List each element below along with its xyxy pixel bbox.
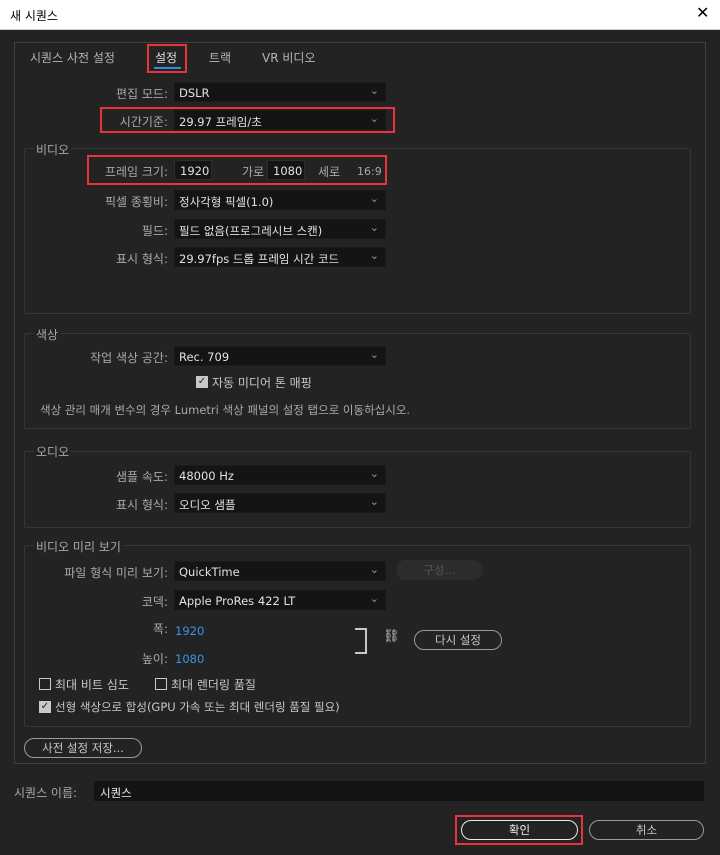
auto-tone-map-checkbox[interactable]: ✓	[196, 376, 208, 388]
max-bit-depth-label: 최대 비트 심도	[55, 678, 129, 692]
timebase-label: 시간기준:	[119, 115, 168, 129]
title-bar: 새 시퀀스 ✕	[0, 0, 720, 30]
sequence-name-input[interactable]: 시퀀스	[94, 781, 704, 801]
window-title: 새 시퀀스	[10, 9, 58, 23]
working-space-dropdown[interactable]: Rec. 709 ⌄	[174, 346, 386, 366]
codec-label: 코덱:	[141, 595, 168, 609]
tab-tracks[interactable]: 트랙	[209, 49, 231, 66]
preview-format-dropdown[interactable]: QuickTime ⌄	[174, 561, 386, 581]
ok-button[interactable]: 확인	[461, 820, 578, 840]
codec-dropdown[interactable]: Apple ProRes 422 LT ⌄	[174, 590, 386, 610]
video-preview-section-title: 비디오 미리 보기	[34, 538, 123, 555]
chevron-down-icon: ⌄	[369, 495, 379, 508]
linear-color-checkbox[interactable]: ✓	[39, 701, 51, 713]
frame-height-input[interactable]: 1080	[267, 160, 305, 180]
fields-value: 필드 없음(프로그레시브 스캔)	[179, 224, 323, 238]
edit-mode-label: 편집 모드:	[115, 87, 168, 101]
audio-display-format-label: 표시 형식:	[115, 498, 168, 512]
chevron-down-icon: ⌄	[369, 563, 379, 576]
close-icon[interactable]: ✕	[696, 3, 709, 22]
chevron-down-icon: ⌄	[369, 221, 379, 234]
tab-settings[interactable]: 설정	[155, 49, 177, 66]
preview-width-label: 폭:	[152, 622, 168, 636]
audio-section	[24, 451, 691, 528]
chevron-down-icon: ⌄	[369, 348, 379, 361]
sample-rate-value: 48000 Hz	[179, 469, 234, 483]
video-section-title: 비디오	[34, 141, 72, 158]
video-display-format-value: 29.97fps 드롭 프레임 시간 코드	[179, 252, 340, 266]
audio-display-format-value: 오디오 샘플	[179, 498, 236, 512]
frame-width-input[interactable]: 1920	[174, 160, 212, 180]
tab-sequence-presets[interactable]: 시퀀스 사전 설정	[30, 49, 115, 66]
sample-rate-label: 샘플 속도:	[115, 470, 168, 484]
working-space-value: Rec. 709	[179, 350, 230, 364]
pixel-aspect-label: 픽셀 종횡비:	[104, 195, 168, 209]
preview-format-value: QuickTime	[179, 565, 240, 579]
fields-dropdown[interactable]: 필드 없음(프로그레시브 스캔) ⌄	[174, 219, 386, 239]
max-render-quality-label: 최대 렌더링 품질	[171, 678, 256, 692]
chevron-down-icon: ⌄	[369, 467, 379, 480]
save-preset-button[interactable]: 사전 설정 저장...	[24, 738, 142, 758]
timebase-dropdown[interactable]: 29.97 프레임/초 ⌄	[174, 110, 386, 130]
edit-mode-value: DSLR	[179, 86, 210, 100]
chevron-down-icon: ⌄	[369, 192, 379, 205]
color-management-note: 색상 관리 매개 변수의 경우 Lumetri 색상 패널의 설정 탭으로 이동…	[40, 403, 411, 417]
chevron-down-icon: ⌄	[369, 592, 379, 605]
edit-mode-dropdown[interactable]: DSLR ⌄	[174, 82, 386, 102]
max-render-quality-checkbox[interactable]	[155, 678, 167, 690]
fields-label: 필드:	[141, 224, 168, 238]
cancel-button[interactable]: 취소	[589, 820, 704, 840]
sequence-name-label: 시퀀스 이름:	[14, 786, 78, 800]
preview-height-value[interactable]: 1080	[175, 652, 204, 666]
chevron-down-icon: ⌄	[369, 112, 379, 125]
video-display-format-label: 표시 형식:	[115, 252, 168, 266]
frame-width-label: 가로	[242, 165, 265, 179]
preview-height-label: 높이:	[141, 652, 168, 666]
video-display-format-dropdown[interactable]: 29.97fps 드롭 프레임 시간 코드 ⌄	[174, 247, 386, 267]
link-bracket	[355, 628, 367, 654]
color-section-title: 색상	[34, 326, 61, 343]
auto-tone-map-label: 자동 미디어 톤 매핑	[212, 376, 312, 390]
working-space-label: 작업 색상 공간:	[90, 351, 168, 365]
tab-vr-video[interactable]: VR 비디오	[262, 49, 315, 66]
chevron-down-icon: ⌄	[369, 249, 379, 262]
sample-rate-dropdown[interactable]: 48000 Hz ⌄	[174, 465, 386, 485]
frame-height-label: 세로	[318, 165, 341, 179]
preview-format-label: 파일 형식 미리 보기:	[64, 566, 168, 580]
frame-size-label: 프레임 크기:	[104, 165, 168, 179]
reset-button[interactable]: 다시 설정	[414, 630, 502, 650]
link-icon[interactable]: ⛓	[383, 629, 400, 644]
aspect-ratio-readout: 16:9	[357, 165, 382, 178]
chevron-down-icon: ⌄	[369, 84, 379, 97]
pixel-aspect-dropdown[interactable]: 정사각형 픽셀(1.0) ⌄	[174, 190, 386, 210]
audio-section-title: 오디오	[34, 443, 72, 460]
linear-color-label: 선형 색상으로 합성(GPU 가속 또는 최대 렌더링 품질 필요)	[55, 700, 340, 714]
codec-value: Apple ProRes 422 LT	[179, 594, 296, 608]
audio-display-format-dropdown[interactable]: 오디오 샘플 ⌄	[174, 493, 386, 513]
configure-button[interactable]: 구성...	[396, 560, 483, 580]
max-bit-depth-checkbox[interactable]	[39, 678, 51, 690]
preview-width-value[interactable]: 1920	[175, 624, 204, 638]
active-tab-indicator	[154, 67, 181, 69]
timebase-value: 29.97 프레임/초	[179, 115, 262, 129]
pixel-aspect-value: 정사각형 픽셀(1.0)	[179, 195, 274, 209]
